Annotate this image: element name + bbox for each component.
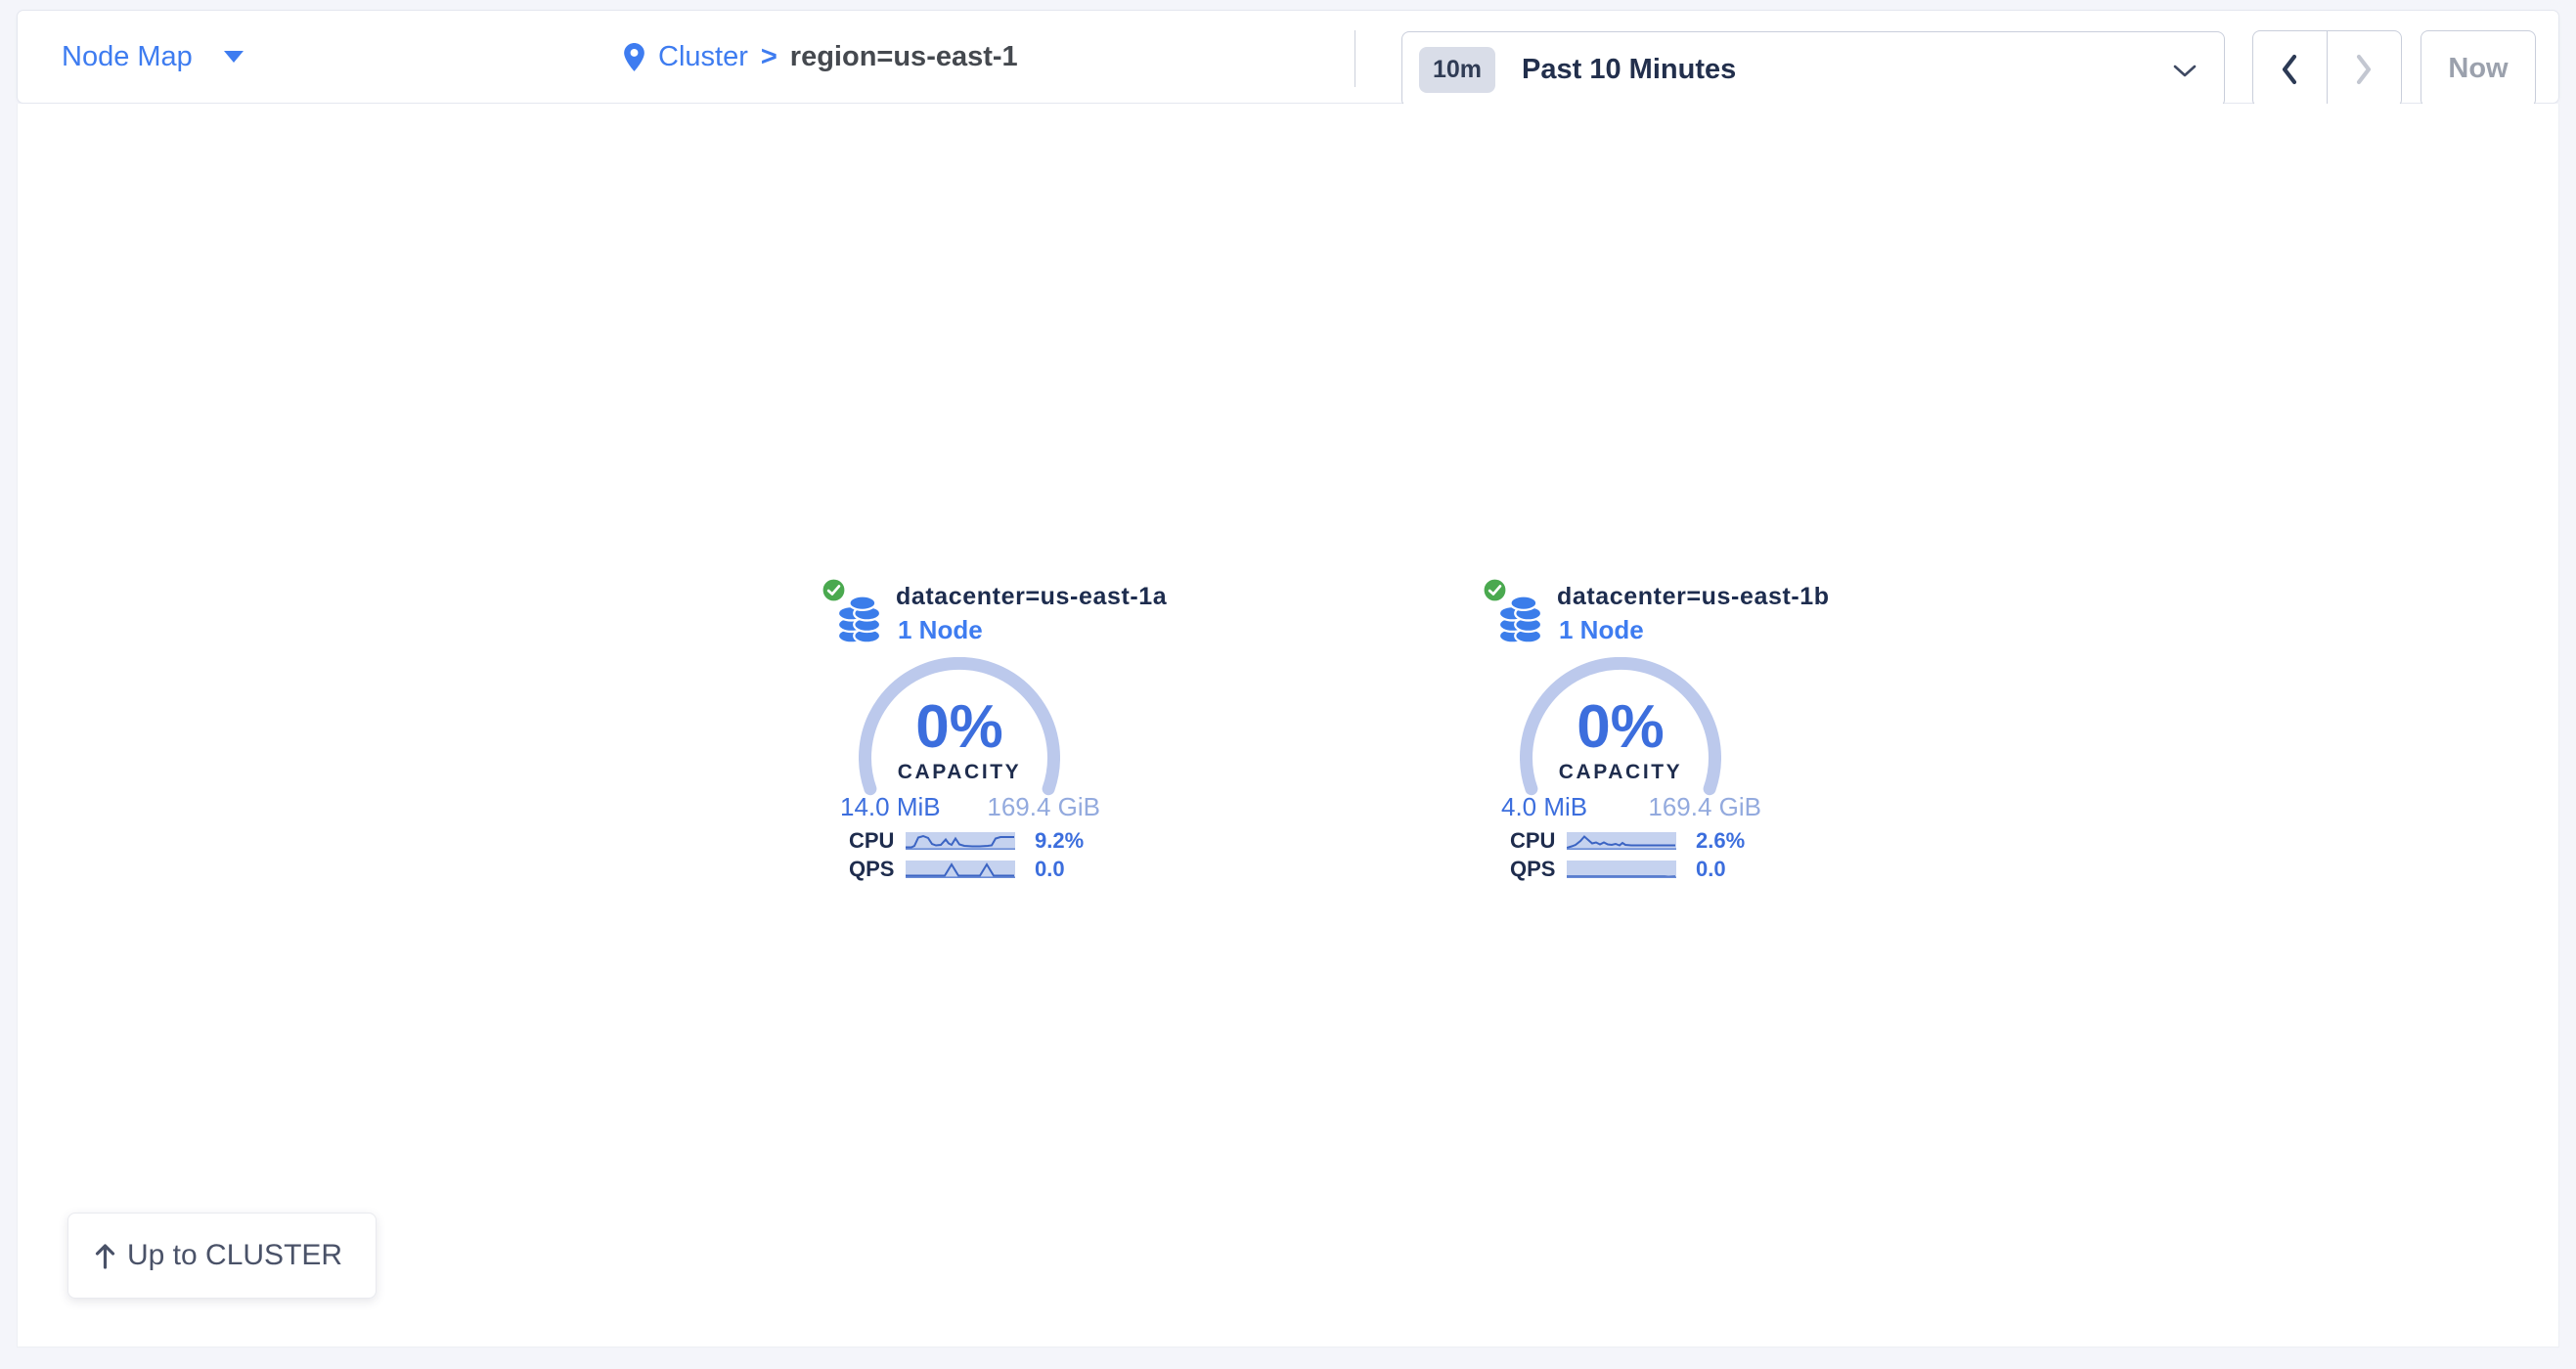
capacity-used: 14.0 MiB (840, 792, 941, 822)
chevron-right-icon (2354, 54, 2374, 85)
capacity-used: 4.0 MiB (1501, 792, 1587, 822)
node-map-canvas: datacenter=us-east-1a 1 Node 0% CAPACITY… (17, 104, 2559, 1347)
time-history-controls (2252, 30, 2402, 108)
time-range-label: Past 10 Minutes (1522, 54, 1736, 86)
capacity-percent: 0% (859, 692, 1060, 762)
qps-value: 0.0 (1696, 857, 1726, 882)
time-forward-button[interactable] (2328, 31, 2402, 107)
now-button[interactable]: Now (2421, 30, 2536, 108)
capacity-label: CAPACITY (1520, 761, 1721, 784)
capacity-range: 4.0 MiB 169.4 GiB (1501, 792, 1761, 822)
cpu-sparkline (1567, 832, 1676, 850)
qps-stat-row: QPS 0.0 (1510, 860, 1766, 879)
capacity-range: 14.0 MiB 169.4 GiB (840, 792, 1100, 822)
qps-sparkline (1567, 861, 1676, 878)
toolbar: Node Map Cluster > region=us-east-1 10m … (17, 10, 2559, 104)
database-stack-icon (1498, 595, 1543, 643)
breadcrumb-current: region=us-east-1 (790, 41, 1018, 73)
qps-sparkline (906, 861, 1015, 878)
capacity-total: 169.4 GiB (987, 792, 1100, 822)
datacenter-name: datacenter=us-east-1a (896, 583, 1167, 611)
triangle-down-icon (224, 51, 244, 63)
datacenter-name: datacenter=us-east-1b (1557, 583, 1830, 611)
up-to-cluster-label: Up to CLUSTER (127, 1239, 342, 1272)
cpu-label: CPU (849, 828, 906, 854)
qps-label: QPS (849, 857, 906, 882)
breadcrumb-cluster-link[interactable]: Cluster (658, 41, 748, 73)
qps-label: QPS (1510, 857, 1567, 882)
view-selector-label: Node Map (62, 41, 193, 73)
capacity-percent: 0% (1520, 692, 1721, 762)
up-to-cluster-button[interactable]: Up to CLUSTER (67, 1213, 377, 1299)
cpu-stat-row: CPU 9.2% (849, 831, 1105, 851)
datacenter-card[interactable]: datacenter=us-east-1b 1 Node 0% CAPACITY… (1482, 575, 1775, 903)
cpu-value: 9.2% (1035, 828, 1084, 854)
time-range-badge: 10m (1419, 47, 1495, 93)
cpu-label: CPU (1510, 828, 1567, 854)
qps-stat-row: QPS 0.0 (849, 860, 1105, 879)
time-range-dropdown[interactable]: 10m Past 10 Minutes (1401, 31, 2225, 108)
view-selector-dropdown[interactable]: Node Map (62, 11, 244, 103)
chevron-left-icon (2280, 54, 2299, 85)
time-back-button[interactable] (2253, 31, 2328, 107)
location-pin-icon (623, 42, 645, 72)
breadcrumb-separator: > (761, 41, 777, 73)
cpu-stat-row: CPU 2.6% (1510, 831, 1766, 851)
node-count-link[interactable]: 1 Node (898, 615, 983, 645)
database-stack-icon (837, 595, 882, 643)
capacity-total: 169.4 GiB (1648, 792, 1761, 822)
cpu-value: 2.6% (1696, 828, 1745, 854)
capacity-label: CAPACITY (859, 761, 1060, 784)
node-count-link[interactable]: 1 Node (1559, 615, 1644, 645)
chevron-down-icon (2173, 65, 2197, 77)
qps-value: 0.0 (1035, 857, 1065, 882)
datacenter-card[interactable]: datacenter=us-east-1a 1 Node 0% CAPACITY… (821, 575, 1114, 903)
breadcrumb: Cluster > region=us-east-1 (623, 11, 1018, 103)
arrow-up-icon (94, 1243, 116, 1269)
cpu-sparkline (906, 832, 1015, 850)
